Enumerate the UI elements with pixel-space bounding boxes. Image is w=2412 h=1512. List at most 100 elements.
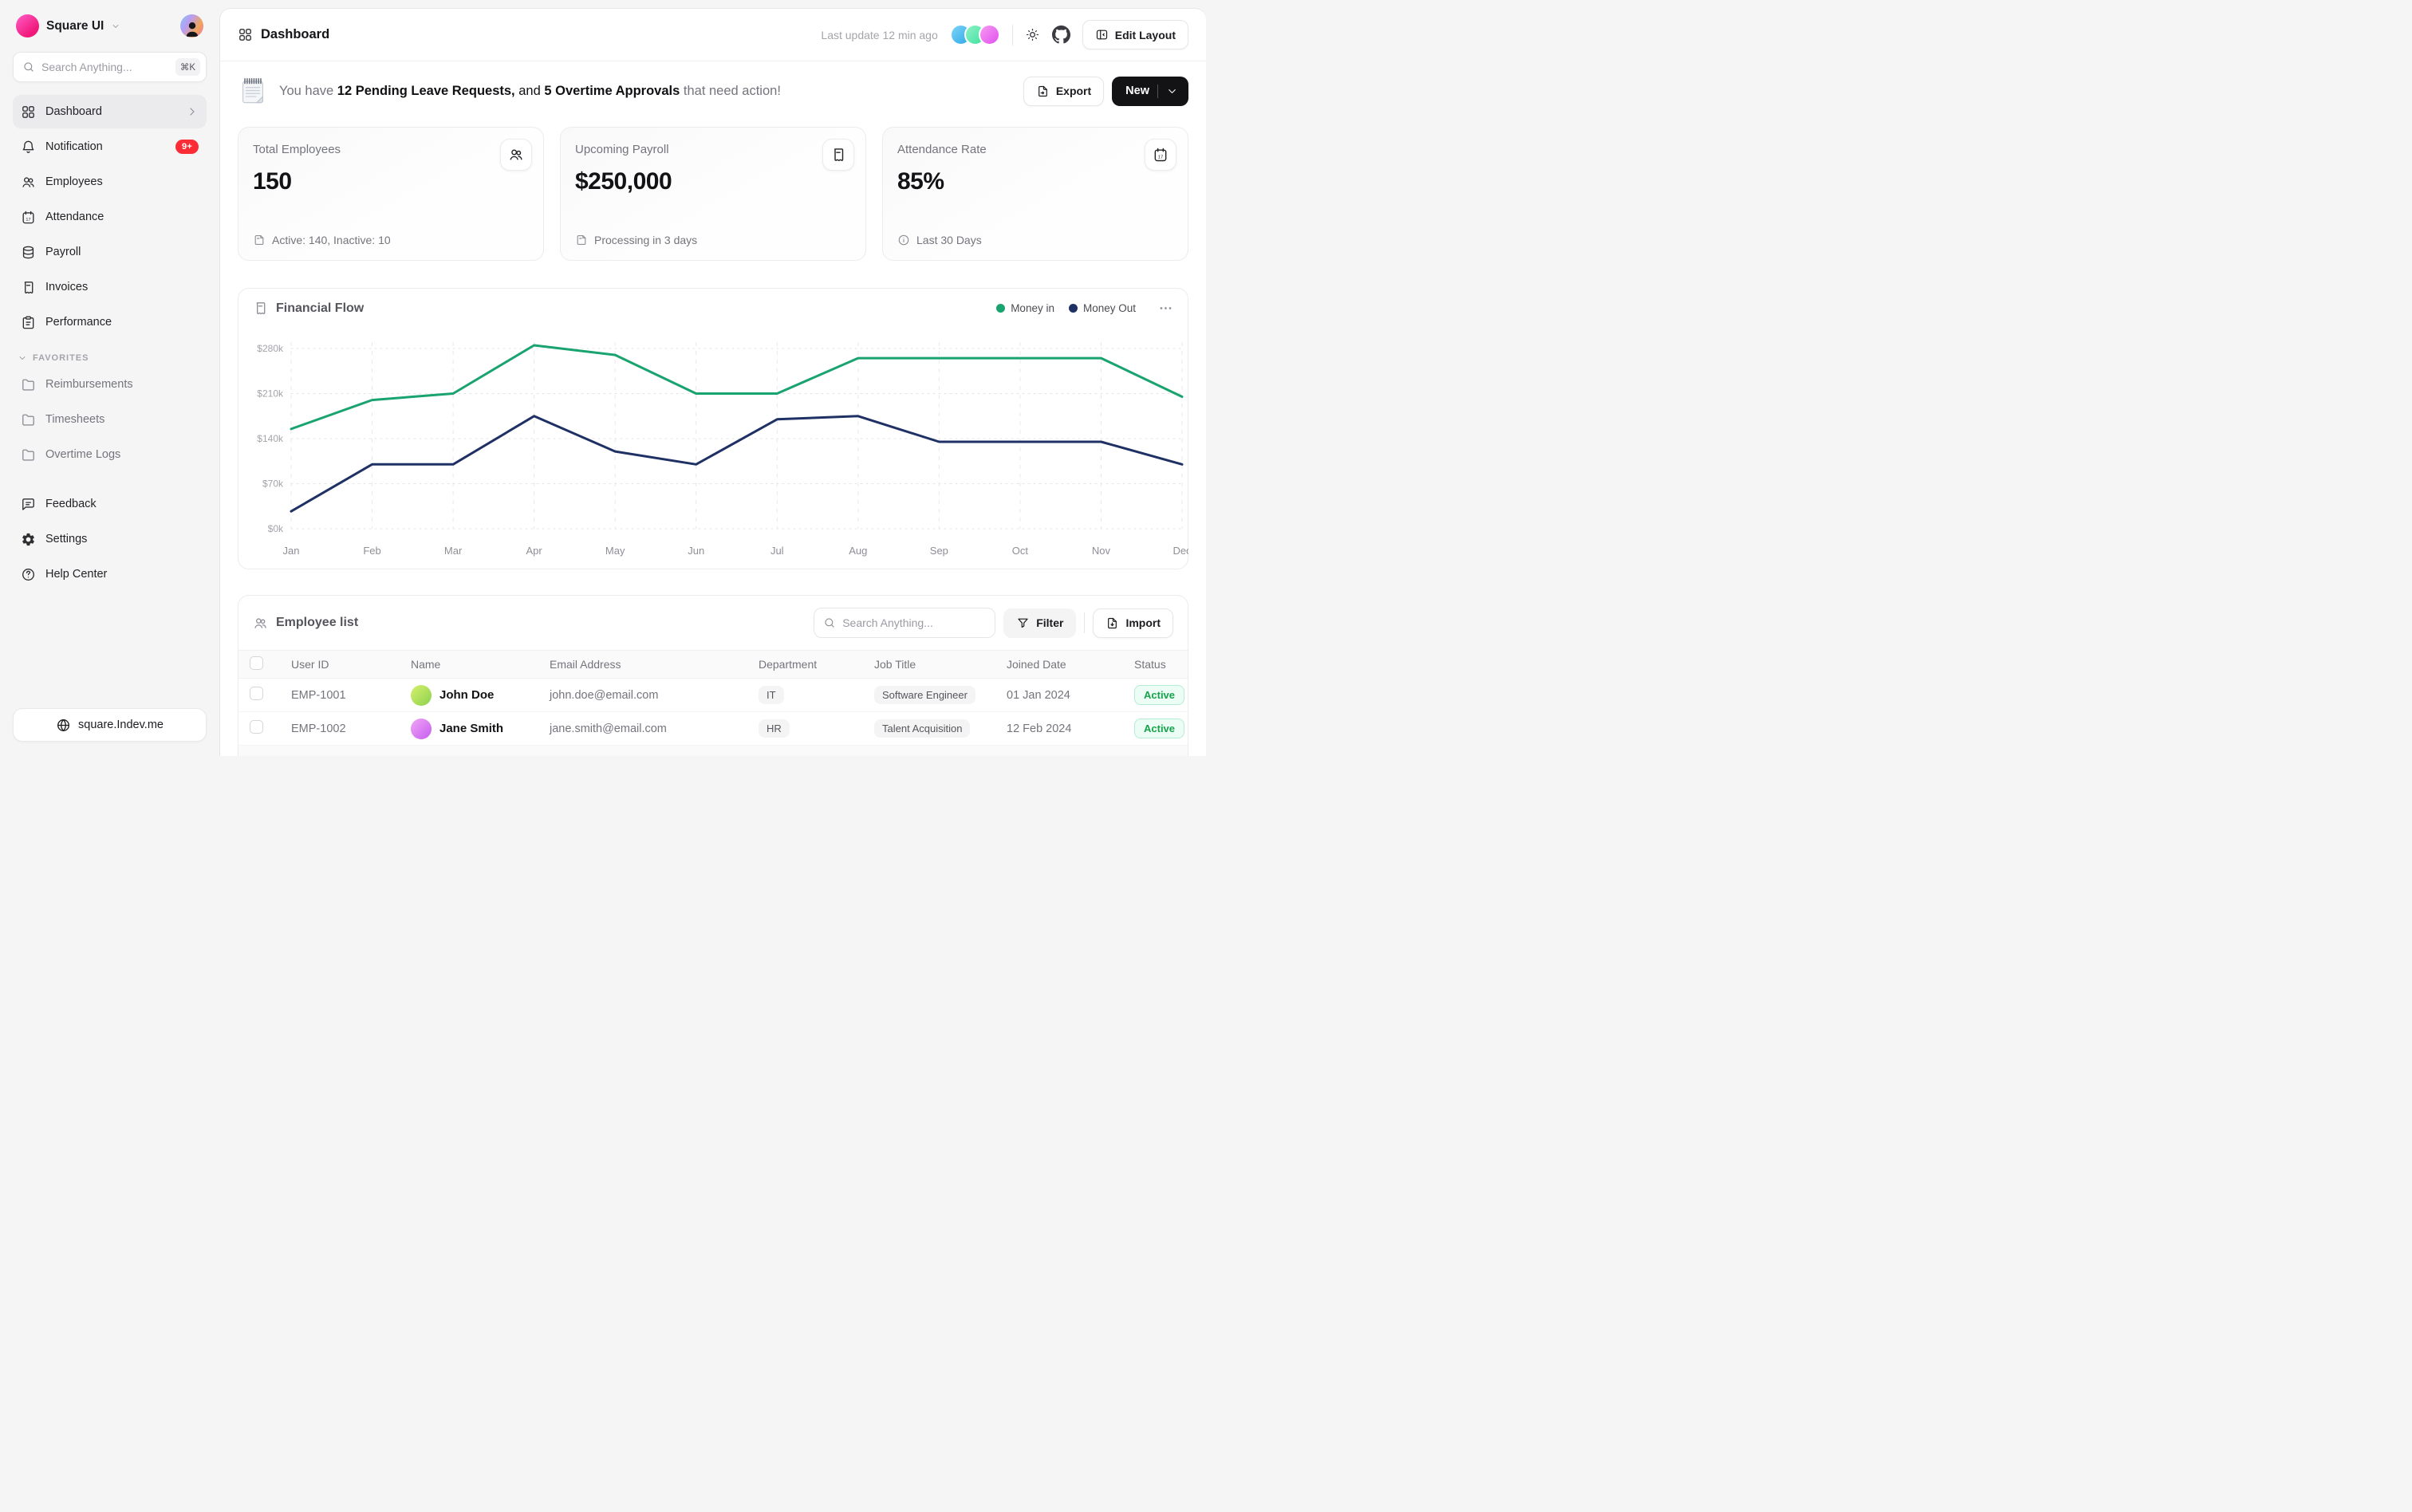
workspace-domain-button[interactable]: square.Indev.me bbox=[13, 708, 207, 742]
divider bbox=[1012, 25, 1013, 45]
column-header[interactable]: Name bbox=[411, 658, 550, 671]
export-label: Export bbox=[1056, 85, 1091, 97]
svg-text:17: 17 bbox=[1158, 156, 1163, 160]
sidebar-item-label: Settings bbox=[45, 533, 87, 545]
cell-user-id: EMP-1002 bbox=[291, 723, 411, 735]
receipt-icon-button[interactable] bbox=[822, 139, 854, 171]
employee-list-title: Employee list bbox=[276, 616, 358, 630]
sidebar-item-performance[interactable]: Performance bbox=[13, 305, 207, 339]
stat-card-upcoming-payroll: Upcoming Payroll $250,000 Processing in … bbox=[560, 127, 866, 261]
department-chip: HR bbox=[759, 719, 790, 738]
filter-label: Filter bbox=[1036, 616, 1063, 629]
search-input[interactable] bbox=[41, 61, 169, 73]
sidebar-item-employees[interactable]: Employees bbox=[13, 165, 207, 199]
cell-job-title: Talent Acquisition bbox=[874, 719, 1007, 738]
calendar-icon-button[interactable]: 17 bbox=[1145, 139, 1176, 171]
table-body: EMP-1001 John Doe john.doe@email.com IT … bbox=[238, 679, 1188, 746]
sidebar-item-label: Payroll bbox=[45, 246, 81, 258]
sidebar-item-reimbursements[interactable]: Reimbursements bbox=[13, 368, 207, 401]
sidebar-item-attendance[interactable]: 17 Attendance bbox=[13, 200, 207, 234]
workspace-logo bbox=[16, 14, 39, 37]
chevron-right-icon bbox=[186, 105, 199, 118]
svg-text:Aug: Aug bbox=[849, 545, 867, 557]
sidebar-item-payroll[interactable]: Payroll bbox=[13, 235, 207, 269]
sidebar-item-label: Attendance bbox=[45, 211, 104, 223]
sidebar-item-settings[interactable]: Settings bbox=[13, 522, 207, 556]
svg-text:Dec: Dec bbox=[1172, 545, 1188, 557]
sidebar-item-invoices[interactable]: Invoices bbox=[13, 270, 207, 304]
column-header[interactable]: Joined Date bbox=[1007, 658, 1134, 671]
grid-icon bbox=[238, 27, 253, 42]
row-checkbox[interactable] bbox=[250, 720, 263, 734]
table-row[interactable]: EMP-1002 Jane Smith jane.smith@email.com… bbox=[238, 712, 1188, 746]
export-button[interactable]: Export bbox=[1023, 77, 1104, 106]
divider bbox=[1084, 612, 1085, 633]
teammate-avatar-stack[interactable] bbox=[950, 24, 1000, 45]
import-button[interactable]: Import bbox=[1093, 608, 1173, 638]
sidebar-item-notification[interactable]: Notification 9+ bbox=[13, 130, 207, 163]
cell-department: HR bbox=[759, 719, 874, 738]
employee-avatar bbox=[411, 719, 432, 739]
divider bbox=[1157, 85, 1158, 98]
sidebar-item-help-center[interactable]: Help Center bbox=[13, 557, 207, 591]
sidebar-item-overtime-logs[interactable]: Overtime Logs bbox=[13, 438, 207, 471]
clipboard-icon bbox=[21, 315, 36, 330]
gear-icon bbox=[21, 532, 36, 547]
edit-layout-button[interactable]: Edit Layout bbox=[1082, 20, 1188, 49]
teammate-magenta-avatar[interactable] bbox=[979, 24, 1000, 45]
workspace-switcher[interactable]: Square UI bbox=[13, 13, 207, 39]
grid-icon bbox=[21, 104, 36, 120]
last-update-text: Last update 12 min ago bbox=[821, 29, 937, 41]
svg-text:Apr: Apr bbox=[526, 545, 543, 557]
cell-email: john.doe@email.com bbox=[550, 689, 759, 702]
sidebar-item-dashboard[interactable]: Dashboard bbox=[13, 95, 207, 128]
users-icon-button[interactable] bbox=[500, 139, 532, 171]
svg-text:$140k: $140k bbox=[257, 433, 284, 444]
column-header[interactable]: Department bbox=[759, 658, 874, 671]
svg-text:$280k: $280k bbox=[257, 343, 284, 354]
select-all-checkbox[interactable] bbox=[250, 656, 263, 670]
sidebar-item-feedback[interactable]: Feedback bbox=[13, 487, 207, 521]
user-avatar[interactable] bbox=[180, 14, 203, 37]
stat-value: 85% bbox=[897, 168, 1173, 195]
folder-icon bbox=[21, 447, 36, 463]
employee-search-input[interactable] bbox=[842, 616, 986, 629]
column-header[interactable]: Email Address bbox=[550, 658, 759, 671]
more-options-icon[interactable] bbox=[1158, 301, 1173, 316]
search-shortcut-badge: ⌘K bbox=[175, 58, 200, 76]
github-button[interactable] bbox=[1052, 26, 1070, 44]
calendar-icon: 17 bbox=[1153, 147, 1169, 163]
message-icon bbox=[21, 497, 36, 512]
stat-footer: Last 30 Days bbox=[897, 234, 982, 246]
theme-toggle-button[interactable] bbox=[1025, 27, 1040, 42]
legend-item-money-out: Money Out bbox=[1069, 302, 1136, 314]
sidebar-nav-footer: Feedback Settings Help Center bbox=[13, 487, 207, 591]
legend-label: Money Out bbox=[1083, 302, 1136, 314]
notification-badge: 9+ bbox=[175, 140, 199, 154]
sidebar-item-label: Employees bbox=[45, 175, 103, 188]
filter-button[interactable]: Filter bbox=[1003, 608, 1076, 638]
cell-user-id: EMP-1001 bbox=[291, 689, 411, 702]
import-label: Import bbox=[1125, 616, 1161, 629]
bell-icon bbox=[21, 140, 36, 155]
chart-legend: Money inMoney Out bbox=[996, 302, 1136, 314]
table-row[interactable]: EMP-1001 John Doe john.doe@email.com IT … bbox=[238, 679, 1188, 712]
cell-name: Jane Smith bbox=[411, 719, 550, 739]
stat-value: $250,000 bbox=[575, 168, 851, 195]
column-header[interactable]: Job Title bbox=[874, 658, 1007, 671]
svg-text:Feb: Feb bbox=[363, 545, 380, 557]
sidebar-search[interactable]: ⌘K bbox=[13, 52, 207, 82]
sidebar-item-label: Notification bbox=[45, 140, 103, 153]
note-icon bbox=[253, 234, 266, 246]
edit-layout-label: Edit Layout bbox=[1115, 29, 1176, 41]
favorites-header[interactable]: FAVORITES bbox=[13, 353, 207, 363]
new-button[interactable]: New bbox=[1112, 77, 1188, 106]
stat-label: Upcoming Payroll bbox=[575, 143, 851, 156]
folder-icon bbox=[21, 412, 36, 427]
svg-text:17: 17 bbox=[26, 217, 30, 222]
column-header[interactable]: User ID bbox=[291, 658, 411, 671]
column-header[interactable]: Status bbox=[1134, 658, 1178, 671]
sidebar-item-timesheets[interactable]: Timesheets bbox=[13, 403, 207, 436]
employee-search[interactable] bbox=[814, 608, 995, 638]
row-checkbox[interactable] bbox=[250, 687, 263, 700]
